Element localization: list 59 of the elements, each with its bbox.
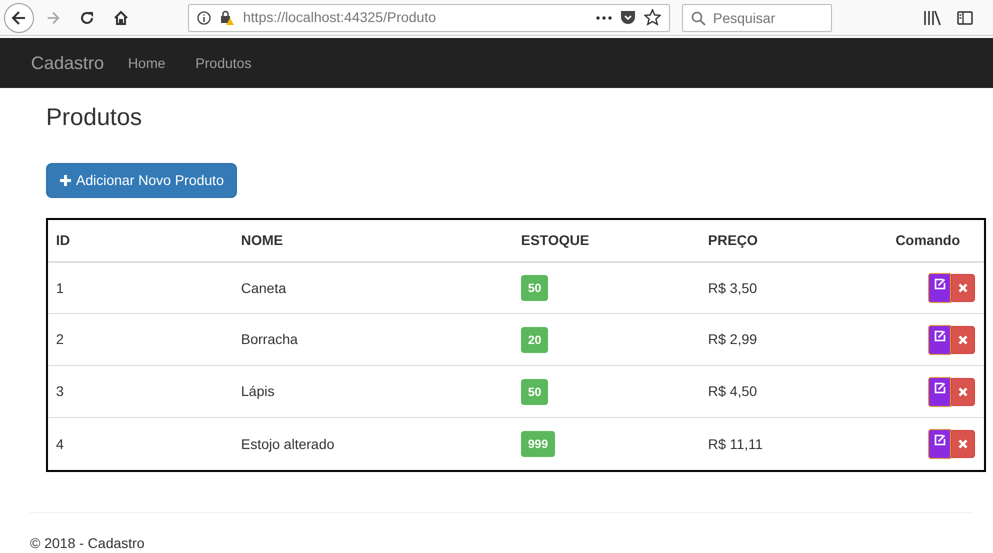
close-icon [958,386,968,397]
star-icon[interactable] [644,9,661,26]
page-title: Produtos [46,104,144,133]
edit-button[interactable] [928,376,951,407]
stock-badge: 50 [521,378,548,405]
edit-button[interactable] [928,429,951,460]
plus-icon [59,174,72,187]
forward-arrow-icon [45,10,61,26]
table-cell: R$ 11,11 [700,418,820,470]
table-cell: 4 [48,418,233,470]
brand-link[interactable]: Cadastro [31,50,104,76]
address-bar[interactable]: https://localhost:44325/Produto [188,4,670,32]
close-icon [958,439,968,450]
table-cell: Caneta [233,262,513,314]
footer-text: © 2018 - Cadastro [30,534,145,551]
column-header: ESTOQUE [513,220,700,262]
edit-icon [934,278,946,290]
delete-button[interactable] [951,274,975,302]
warning-lock-icon [219,10,235,26]
more-icon[interactable] [596,16,612,20]
nav-link[interactable]: Produtos [195,52,252,74]
close-icon [958,334,968,345]
table-cell: R$ 3,50 [700,262,820,314]
table-cell: R$ 4,50 [700,366,820,418]
url-text: https://localhost:44325/Produto [243,8,438,27]
column-header: Comando [820,220,984,262]
info-icon [197,10,211,24]
table-cell: 3 [48,366,233,418]
edit-button[interactable] [928,324,951,355]
table-cell: Borracha [233,314,513,366]
reload-icon [79,10,95,26]
table-cell: R$ 2,99 [700,314,820,366]
stock-badge: 20 [521,326,548,353]
sidebar-icon[interactable] [957,10,973,26]
library-icon[interactable] [923,10,941,26]
delete-button[interactable] [951,430,975,458]
delete-button[interactable] [951,378,975,406]
nav-link[interactable]: Home [128,52,166,74]
search-field[interactable]: Pesquisar [682,4,832,32]
delete-button[interactable] [951,326,975,354]
pocket-icon[interactable] [620,10,636,25]
table-cell: Lápis [233,366,513,418]
edit-icon [934,330,946,342]
column-header: NOME [233,220,513,262]
edit-icon [934,434,946,446]
back-button[interactable] [4,2,34,32]
edit-button[interactable] [928,273,951,304]
stock-badge: 999 [521,431,556,458]
home-icon [113,10,129,26]
table-cell: Estojo alterado [233,418,513,470]
column-header: ID [48,220,233,262]
stock-badge: 50 [521,275,548,302]
edit-icon [934,382,946,394]
column-header: PREÇO [700,220,820,262]
back-arrow-icon [10,8,28,26]
close-icon [958,283,968,294]
table-cell: 2 [48,314,233,366]
table-cell: 1 [48,262,233,314]
add-product-button[interactable]: Adicionar Novo Produto [46,162,237,198]
